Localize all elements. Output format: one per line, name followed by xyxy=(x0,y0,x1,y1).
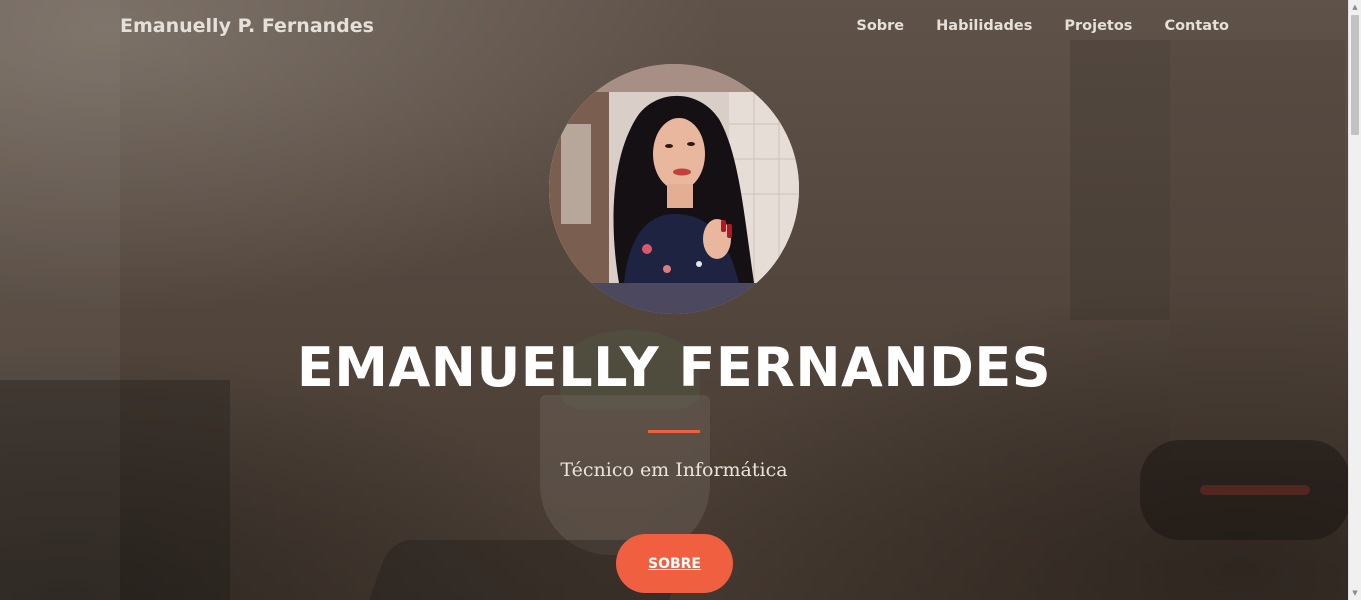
hero-title: EMANUELLY FERNANDES xyxy=(296,336,1052,399)
triangle-down-icon[interactable]: ▼ xyxy=(1349,586,1361,600)
page-scrollbar[interactable]: ▲ ▼ xyxy=(1348,0,1361,600)
brand-link[interactable]: Emanuelly P. Fernandes xyxy=(120,15,374,37)
hero-subtitle: Técnico em Informática xyxy=(560,459,788,481)
nav-link-contato[interactable]: Contato xyxy=(1164,18,1229,34)
page: Emanuelly P. Fernandes Sobre Habilidades… xyxy=(0,0,1361,600)
navbar: Emanuelly P. Fernandes Sobre Habilidades… xyxy=(0,0,1348,56)
triangle-up-icon[interactable]: ▲ xyxy=(1349,0,1361,14)
nav-link-sobre[interactable]: Sobre xyxy=(856,18,904,34)
nav-link-projetos[interactable]: Projetos xyxy=(1064,18,1132,34)
title-divider xyxy=(648,430,700,433)
sobre-button[interactable]: SOBRE xyxy=(616,534,733,593)
nav-link-habilidades[interactable]: Habilidades xyxy=(936,18,1032,34)
scrollbar-thumb[interactable] xyxy=(1351,15,1359,135)
profile-avatar xyxy=(549,64,799,314)
nav-menu: Sobre Habilidades Projetos Contato xyxy=(856,18,1229,34)
